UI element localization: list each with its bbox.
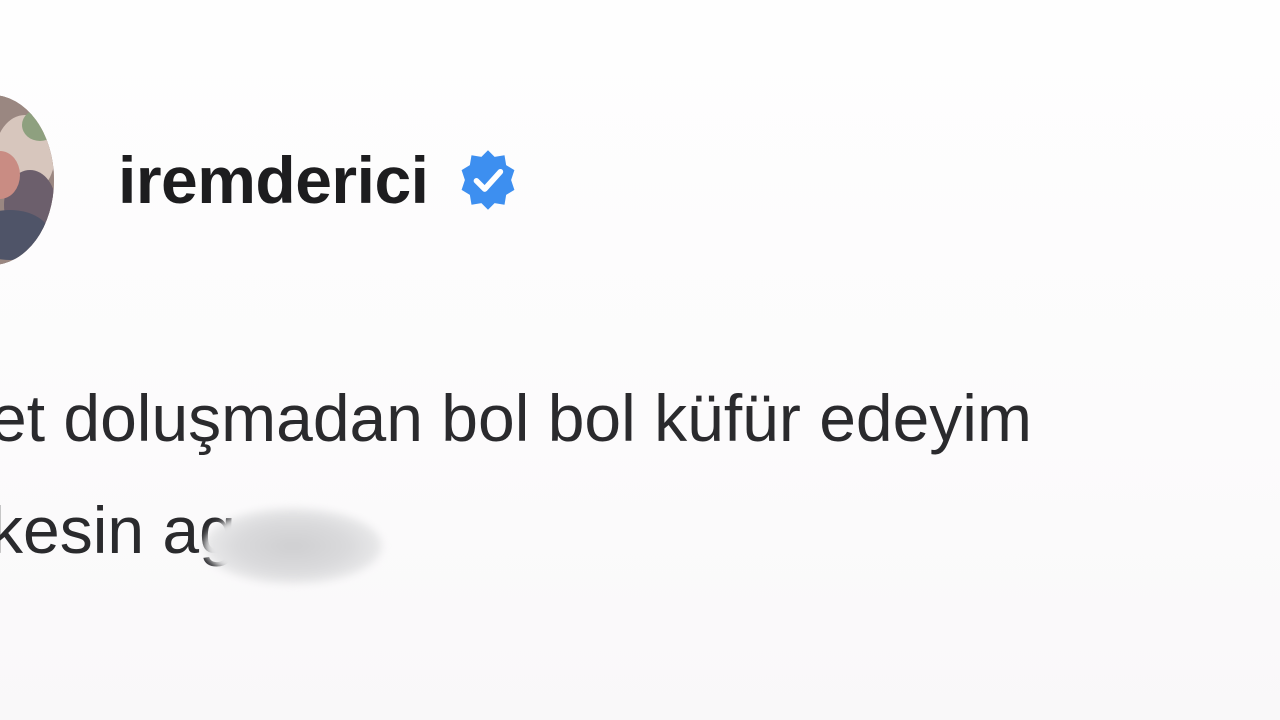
post-caption: et doluşmadan bol bol küfür edeyim kesin… <box>0 362 1280 586</box>
verified-check-icon <box>455 147 521 213</box>
post-header: iremderici <box>118 140 521 220</box>
caption-line-2: kesin ag <box>0 493 236 567</box>
avatar[interactable] <box>0 95 54 265</box>
avatar-image <box>0 95 54 265</box>
blur-censor-overlay <box>204 508 382 584</box>
username[interactable]: iremderici <box>118 147 429 213</box>
post-screenshot: iremderici et doluşmadan bol bol küfür e… <box>0 0 1280 720</box>
caption-line-1: et doluşmadan bol bol küfür edeyim <box>0 381 1032 455</box>
